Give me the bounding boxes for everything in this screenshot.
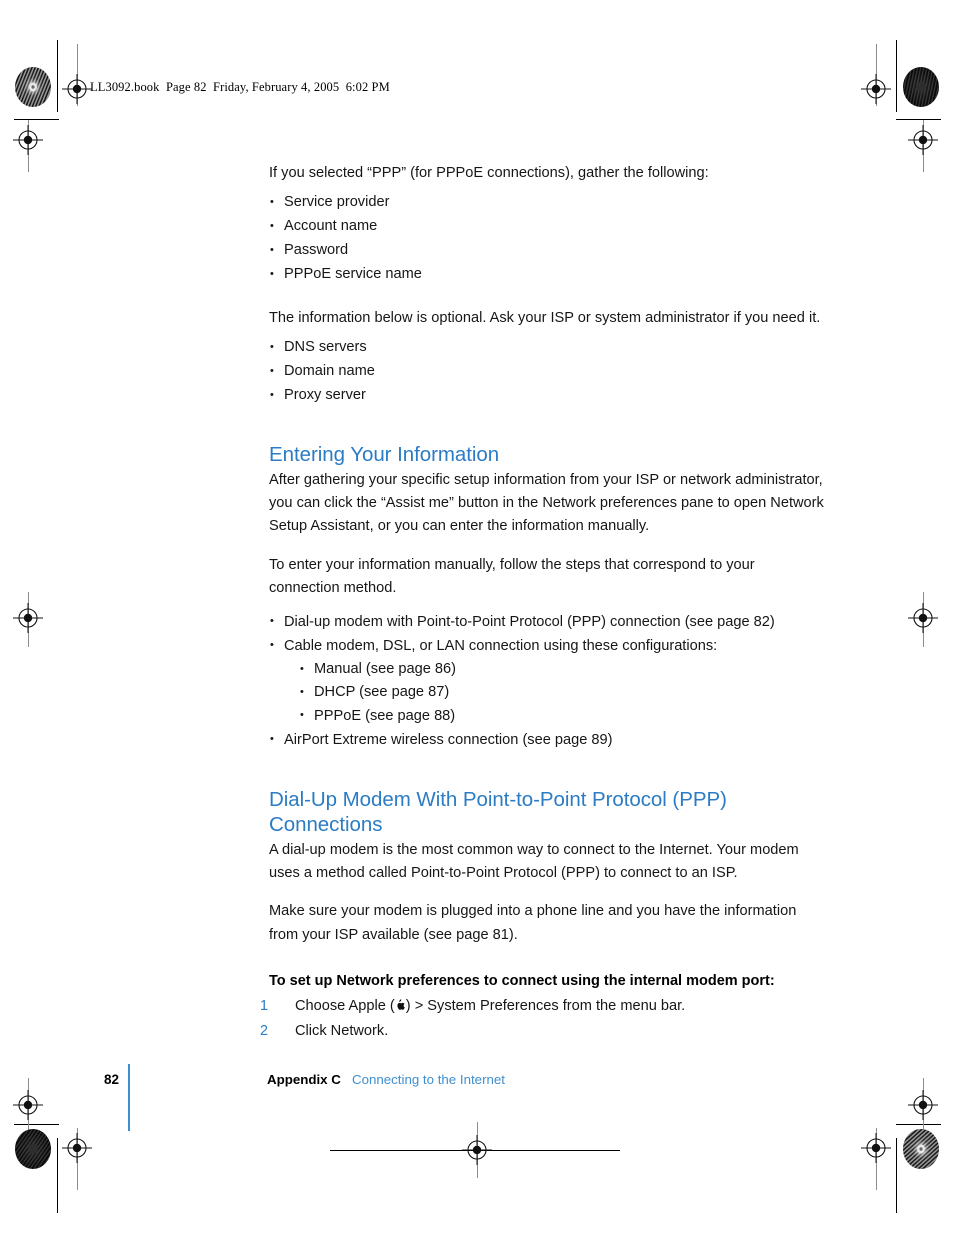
footer-chapter-title: Connecting to the Internet [351,1072,505,1087]
trim-line-bottom-left [57,1138,58,1213]
trim-rule-lower-right [896,1124,941,1125]
registration-rosette-bottom-right [903,1129,939,1169]
list-item: DHCP (see page 87) [299,681,829,705]
registration-target-right-lower [908,1090,938,1120]
list-item: Password [269,239,829,263]
step-text-before: Choose Apple ( [295,998,395,1015]
registration-rosette-top-left [15,67,51,107]
registration-target-left-upper [13,125,43,155]
list-item: Cable modem, DSL, or LAN connection usin… [269,634,829,729]
step-text-after: ) > System Preferences from the menu bar… [405,998,686,1015]
list-item-label: Cable modem, DSL, or LAN connection usin… [284,637,718,654]
reg-guide-top-left-target [77,44,78,106]
list-item: PPPoE service name [269,263,829,287]
list-item: AirPort Extreme wireless connection (see… [269,728,829,752]
step-number: 1 [260,998,268,1015]
trim-rule-lower-left [14,1124,59,1125]
dialup-paragraph-2: Make sure your modem is plugged into a p… [269,903,797,943]
footer-divider-rule [128,1064,130,1131]
reg-guide-right-lower [923,1078,924,1130]
registration-target-left-middle [13,603,43,633]
list-item: Manual (see page 86) [299,657,829,681]
page-content: If you selected “PPP” (for PPPoE connect… [260,162,829,1044]
trim-line-top-right [896,40,897,112]
procedure-steps: 1 Choose Apple ( ) > System Preferences fr… [260,994,829,1044]
intro-paragraph: If you selected “PPP” (for PPPoE connect… [269,165,709,181]
apple-logo-icon [395,996,406,1011]
registration-target-left-lower [13,1090,43,1120]
registration-rosette-top-right [903,67,939,107]
connection-methods-list: Dial-up modem with Point-to-Point Protoc… [269,610,829,752]
reg-guide-bottom-center [477,1122,478,1178]
entering-paragraph-1: After gathering your specific setup info… [269,471,824,535]
trim-line-bottom-right [896,1138,897,1213]
list-item: Domain name [269,360,829,384]
trim-rule-bottom-center [330,1150,620,1151]
procedure-step-1: 1 Choose Apple ( ) > System Preferences fr… [260,994,829,1019]
list-item: Account name [269,215,829,239]
registration-target-top-right [861,74,891,104]
reg-guide-right-upper [923,120,924,172]
trim-rule-upper-right [896,119,941,120]
registration-target-top-left [62,74,92,104]
list-item: Service provider [269,191,829,215]
list-item: Proxy server [269,384,829,408]
procedure-title: To set up Network preferences to connect… [269,973,775,990]
footer-spacer [341,1072,352,1087]
dialup-paragraph-1: A dial-up modem is the most common way t… [269,841,799,882]
reg-guide-bottom-left-target [77,1128,78,1190]
document-page: LL3092.book Page 82 Friday, February 4, … [0,0,954,1235]
configuration-sublist: Manual (see page 86) DHCP (see page 87) … [284,657,829,728]
step-text: Click Network. [295,1023,389,1040]
list-item: DNS servers [269,336,829,360]
list-item: PPPoE (see page 88) [299,704,829,728]
optional-info-list: DNS servers Domain name Proxy server [269,336,829,408]
registration-rosette-bottom-left [15,1129,51,1169]
optional-info-paragraph: The information below is optional. Ask y… [269,310,821,327]
reg-guide-left-mid [28,592,29,647]
list-item: Dial-up modem with Point-to-Point Protoc… [269,610,829,634]
footer-page-number: 82 [104,1072,120,1087]
registration-target-bottom-left [62,1133,92,1163]
footer-breadcrumb: Appendix C Connecting to the Internet [267,1072,505,1087]
section-heading-entering-your-information: Entering Your Information [269,443,500,467]
entering-paragraph-2: To enter your information manually, foll… [269,556,755,597]
footer-appendix-label: Appendix C [267,1072,341,1087]
registration-target-right-upper [908,125,938,155]
reg-guide-right-mid [923,592,924,647]
step-number: 2 [260,1023,268,1040]
reg-guide-top-right-target [876,44,877,106]
required-info-list: Service provider Account name Password P… [269,191,829,287]
registration-target-bottom-right [861,1133,891,1163]
document-header-line: LL3092.book Page 82 Friday, February 4, … [90,80,390,94]
trim-line-top-left [57,40,58,112]
registration-target-bottom-center [462,1135,492,1165]
reg-guide-left-upper [28,120,29,172]
reg-guide-bottom-right-target [876,1128,877,1190]
trim-rule-upper-left [14,119,59,120]
procedure-step-2: 2 Click Network. [260,1019,829,1044]
registration-target-right-middle [908,603,938,633]
section-heading-dial-up-modem: Dial-Up Modem With Point-to-Point Protoc… [269,787,727,837]
reg-guide-left-lower [28,1078,29,1130]
